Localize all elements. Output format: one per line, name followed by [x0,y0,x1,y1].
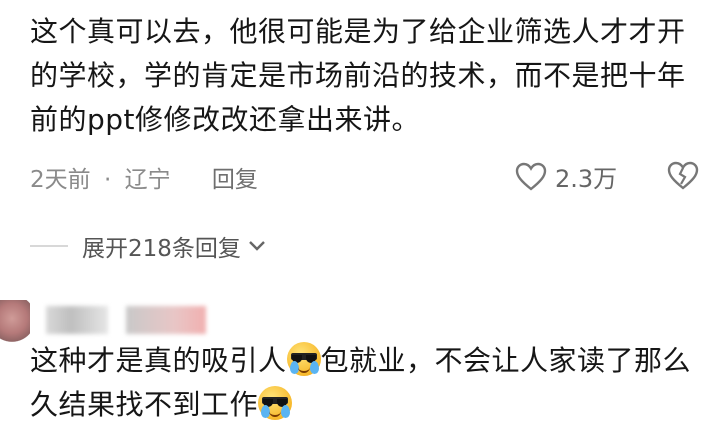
avatar[interactable] [0,300,30,346]
expand-replies-label: 展开218条回复 [82,236,241,262]
divider-line [30,245,68,247]
expand-replies-button[interactable]: 展开218条回复 [30,229,267,263]
like-button[interactable]: 2.3万 [515,159,617,194]
comment-time: 2天前 [30,167,91,193]
sunglasses-crying-emoji [286,342,321,376]
comment-meta: 2天前 · 辽宁 回复 [30,160,258,194]
username-blurred[interactable] [46,306,108,334]
like-count: 2.3万 [555,165,618,193]
comment-text: 这个真可以去，他很可能是为了给企业筛选人才才开的学校，学的肯定是市场前沿的技术，… [30,15,686,136]
user-badge-blurred [126,306,206,334]
broken-heart-icon [667,161,699,190]
heart-outline-icon [515,162,547,191]
dislike-button[interactable] [666,161,700,195]
sunglasses-crying-emoji [258,386,293,420]
chevron-down-icon [249,241,265,251]
comment-text-2: 这种才是真的吸引人 包就业，不会让人家读了那么久结果找不到工作 [30,339,710,427]
meta-separator: · [103,167,112,193]
comment-location: 辽宁 [124,167,171,193]
comment-text-part1: 这种才是真的吸引人 [30,344,287,377]
reply-button[interactable]: 回复 [212,160,258,194]
